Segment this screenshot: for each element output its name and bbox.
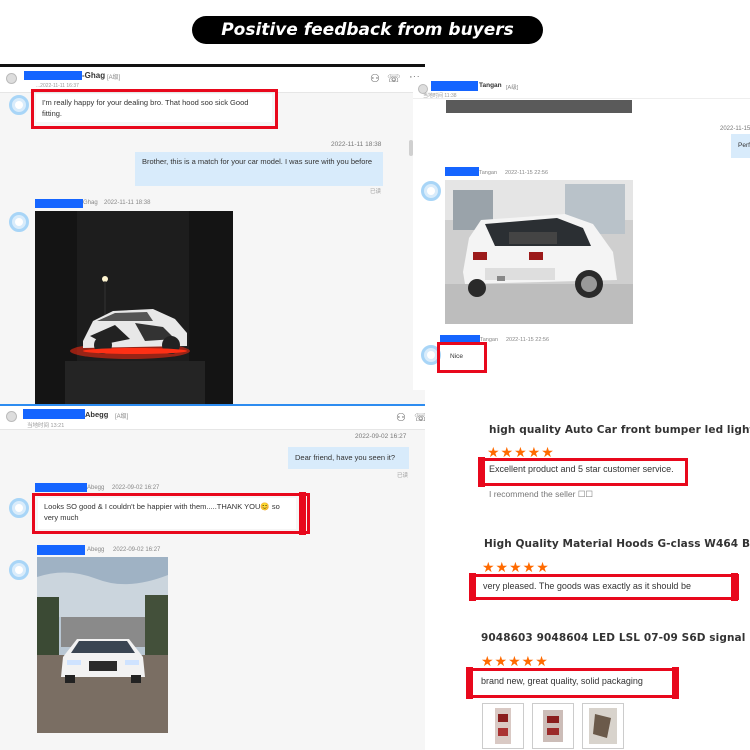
review-photo-thumbnail[interactable] xyxy=(582,703,624,749)
star-rating: ★★★★★ xyxy=(482,559,550,575)
timestamp: 2022-11-15 22:56 xyxy=(506,337,550,343)
timestamp: 2022-09-02 16:27 xyxy=(113,547,161,553)
sender-name: Tangan xyxy=(479,170,498,176)
product-title[interactable]: 9048603 9048604 LED LSL 07-09 S6D signal… xyxy=(481,632,750,644)
redacted-name xyxy=(37,545,85,555)
redacted-name xyxy=(24,71,82,80)
chat-header: Abegg [A级] 当地时间 13:21 ⚇ ☏ xyxy=(0,406,425,430)
thumbnail-image xyxy=(589,708,617,744)
suv-image xyxy=(445,180,633,324)
sedan-image xyxy=(37,557,168,733)
contact-avatar[interactable] xyxy=(6,73,17,84)
redacted-name xyxy=(35,199,83,208)
message-bubble-outgoing: Dear friend, have you seen it? xyxy=(288,447,409,469)
message-bubble-incoming: Nice xyxy=(444,349,480,365)
contact-name: -Ghag xyxy=(82,71,106,80)
contact-subtext: 当地时间 13:21 xyxy=(27,423,65,429)
timestamp: 2022-11-15 xyxy=(720,126,750,132)
star-rating: ★★★★★ xyxy=(481,653,549,669)
timestamp: 2022-11-11 18:38 xyxy=(104,200,151,206)
read-receipt: 已读 xyxy=(370,189,382,195)
buyer-avatar xyxy=(9,498,29,518)
sender-name: Abegg xyxy=(87,547,105,553)
call-icon[interactable]: ☏ xyxy=(414,412,425,424)
buyer-avatar xyxy=(9,560,29,580)
timestamp: 2022-09-02 16:27 xyxy=(355,433,407,440)
thumbnail-image xyxy=(543,710,563,742)
buyer-avatar xyxy=(9,212,29,232)
photo-car-night[interactable] xyxy=(35,211,233,405)
contact-tag: [A级] xyxy=(506,85,519,91)
highlight-tab xyxy=(469,573,476,601)
photo-white-suv[interactable] xyxy=(445,180,633,324)
highlight-tab xyxy=(299,492,306,535)
contact-subtext: 当地时间 11:38 xyxy=(423,93,457,99)
contact-name: Tangan xyxy=(479,82,502,89)
redacted-name xyxy=(445,167,479,176)
redacted-name xyxy=(23,409,85,419)
product-title[interactable]: high quality Auto Car front bumper led l… xyxy=(489,424,750,436)
read-receipt: 已读 xyxy=(397,473,409,479)
reviews-section: high quality Auto Car front bumper led l… xyxy=(425,390,750,750)
sender-name: Ghag xyxy=(83,200,98,206)
message-bubble-outgoing: Brother, this is a match for your car mo… xyxy=(135,152,383,186)
message-bubble-outgoing: Perf xyxy=(731,134,750,158)
chat-header: Tangan [A级] 当地时间 11:38 xyxy=(413,77,750,99)
highlight-tab xyxy=(731,573,738,601)
buyer-avatar xyxy=(9,95,29,115)
chat-window-tangan: Tangan [A级] 当地时间 11:38 2022-11-15 Perf T… xyxy=(413,77,750,390)
add-contact-icon[interactable]: ⚇ xyxy=(396,412,406,424)
highlight-tab xyxy=(478,457,485,487)
car-night-image xyxy=(35,211,233,405)
review-photo-thumbnail[interactable] xyxy=(532,703,574,749)
page-title-banner: Positive feedback from buyers xyxy=(192,16,543,44)
highlight-tab xyxy=(466,667,473,699)
review-text: very pleased. The goods was exactly as i… xyxy=(483,581,691,591)
chat-window-ghag: -Ghag [A级] ...2022-11-11 16:37 ⚇ ☏ ··· I… xyxy=(0,64,425,405)
star-rating: ★★★★★ xyxy=(487,444,555,460)
redacted-name xyxy=(35,483,87,492)
add-contact-icon[interactable]: ⚇ xyxy=(370,73,380,85)
review-text: brand new, great quality, solid packagin… xyxy=(481,676,643,686)
timestamp: 2022-11-15 22:56 xyxy=(505,170,549,176)
product-title[interactable]: High Quality Material Hoods G-class W464… xyxy=(484,538,750,550)
contact-tag: [A级] xyxy=(115,414,129,420)
timestamp: 2022-11-11 18:38 xyxy=(331,141,382,148)
chat-window-abegg: Abegg [A级] 当地时间 13:21 ⚇ ☏ 2022-09-02 16:… xyxy=(0,404,425,750)
highlight-tab xyxy=(672,667,679,699)
photo-partial[interactable] xyxy=(446,100,632,113)
thumbnail-image xyxy=(495,708,511,744)
redacted-name xyxy=(431,81,478,91)
timestamp: 2022-09-02 16:27 xyxy=(112,485,160,491)
call-icon[interactable]: ☏ xyxy=(387,73,401,85)
buyer-avatar xyxy=(421,181,441,201)
photo-white-sedan[interactable] xyxy=(37,557,168,733)
message-bubble-incoming: Looks SO good & I couldn't be happier wi… xyxy=(38,498,296,529)
review-photo-thumbnail[interactable] xyxy=(482,703,524,749)
review-text: Excellent product and 5 star customer se… xyxy=(489,464,674,474)
review-extra: I recommend the seller ☐☐ xyxy=(489,489,594,499)
sender-name: Abegg xyxy=(87,485,105,491)
contact-name: Abegg xyxy=(85,410,109,419)
message-bubble-incoming: I'm really happy for your dealing bro. T… xyxy=(36,94,272,122)
contact-tag: [A级] xyxy=(107,75,121,81)
contact-avatar[interactable] xyxy=(6,411,17,422)
